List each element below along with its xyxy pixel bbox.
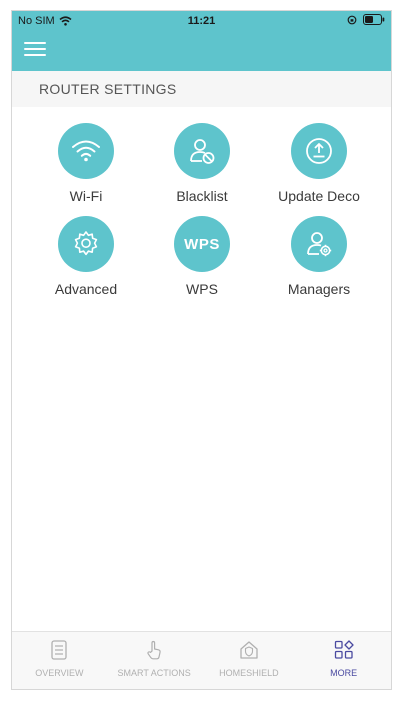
tab-label: HOMESHIELD [219,668,279,678]
hamburger-menu-icon[interactable] [24,42,48,60]
tab-label: SMART ACTIONS [117,668,191,678]
section-title: ROUTER SETTINGS [12,71,391,107]
setting-wifi[interactable]: Wi-Fi [26,123,146,204]
wifi-icon [58,123,114,179]
wps-icon: WPS [174,216,230,272]
user-block-icon [174,123,230,179]
orientation-lock-icon [347,15,357,24]
status-bar: No SIM 11:21 [12,11,391,31]
setting-wps[interactable]: WPS WPS [142,216,262,297]
setting-update-deco[interactable]: Update Deco [259,123,379,204]
setting-managers[interactable]: Managers [259,216,379,297]
setting-blacklist[interactable]: Blacklist [142,123,262,204]
tab-homeshield[interactable]: HOMESHIELD [202,632,297,689]
document-icon [51,640,68,660]
setting-label: Managers [287,281,351,297]
tab-label: MORE [330,668,358,678]
app-header: No SIM 11:21 [12,11,391,71]
user-gear-icon [291,216,347,272]
wps-badge: WPS [184,235,220,253]
setting-label: WPS [186,281,218,297]
tab-overview[interactable]: OVERVIEW [12,632,107,689]
setting-advanced[interactable]: Advanced [26,216,146,297]
setting-label: Advanced [54,281,118,297]
grid-icon [334,640,354,659]
battery-icon [363,14,385,25]
setting-label: Wi-Fi [69,188,103,204]
tab-label: OVERVIEW [35,668,84,678]
status-right [347,14,385,25]
hand-pointer-icon [147,640,161,660]
gear-icon [58,216,114,272]
bottom-tab-bar: OVERVIEW SMART ACTIONS HOMESHIELD MORE [12,631,391,689]
house-shield-icon [240,641,258,659]
setting-label: Update Deco [278,188,360,204]
tab-smart-actions[interactable]: SMART ACTIONS [107,632,202,689]
tab-more[interactable]: MORE [296,632,391,689]
app-frame: No SIM 11:21 ROUTER SETTINGS Wi-Fi Black… [11,10,392,690]
setting-label: Blacklist [176,188,228,204]
upload-icon [291,123,347,179]
status-time: 11:21 [187,15,216,27]
